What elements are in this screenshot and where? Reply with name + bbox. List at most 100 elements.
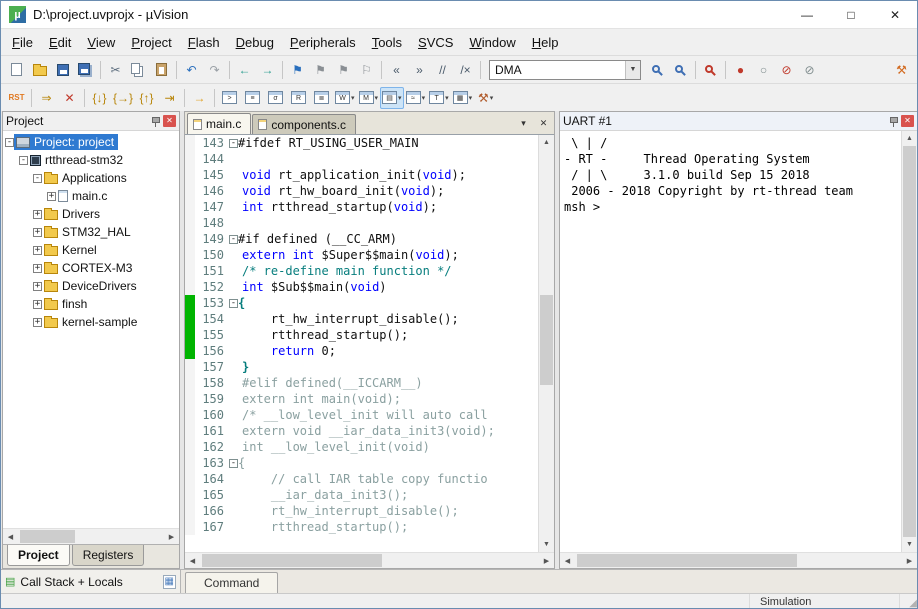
tree-item-kernel[interactable]: +Kernel [3,241,179,259]
unindent-button[interactable]: « [385,59,408,81]
scroll-thumb[interactable] [577,554,797,567]
comment-selection-button[interactable]: // [431,59,454,81]
change-bar-icon[interactable] [185,343,195,359]
project-hscrollbar[interactable]: ◀ ▶ [3,528,179,544]
code-line-145[interactable]: 145void rt_application_init(void); [185,167,538,183]
cut-button[interactable]: ✂ [104,59,127,81]
combo-dropdown-icon[interactable]: ▼ [625,61,640,79]
pin-icon[interactable] [889,116,898,127]
close-button[interactable]: ✕ [873,1,917,28]
breakpoint-margin[interactable] [185,391,195,407]
tree-expander-icon[interactable]: - [33,174,42,183]
tree-item-devicedrivers[interactable]: +DeviceDrivers [3,277,179,295]
code-line-158[interactable]: 158#elif defined(__ICCARM__) [185,375,538,391]
breakpoint-margin[interactable] [185,407,195,423]
bookmark-next-button[interactable]: ⚑ [332,59,355,81]
scroll-left-icon[interactable]: ◀ [560,553,575,568]
tab-project[interactable]: Project [7,545,70,566]
breakpoint-margin[interactable] [185,471,195,487]
breakpoint-toggle-button[interactable]: ● [729,59,752,81]
dropdown-arrow-icon[interactable]: ▾ [375,94,379,102]
scroll-up-icon[interactable]: ▲ [902,131,917,146]
scroll-thumb[interactable] [540,295,553,385]
resize-grip[interactable]: ◢ [900,594,917,609]
code-area[interactable]: 143-#ifdef RT_USING_USER_MAIN144145void … [185,135,538,552]
command-window-button[interactable]: > [218,87,241,109]
breakpoint-margin[interactable] [185,423,195,439]
stop-button[interactable]: ✕ [58,87,81,109]
uncomment-selection-button[interactable]: /× [454,59,477,81]
dropdown-arrow-icon[interactable]: ▾ [445,94,449,102]
new-file-button[interactable] [5,59,28,81]
change-bar-icon[interactable] [185,311,195,327]
code-line-146[interactable]: 146void rt_hw_board_init(void); [185,183,538,199]
dropdown-arrow-icon[interactable]: ▾ [469,94,473,102]
fold-toggle-icon[interactable]: - [229,235,238,244]
code-line-150[interactable]: 150extern int $Super$$main(void); [185,247,538,263]
callstack-panel-button[interactable]: ▤ Call Stack + Locals ▦ [1,570,181,593]
code-line-155[interactable]: 155 rtthread_startup(); [185,327,538,343]
tree-expander-icon[interactable]: + [33,282,42,291]
code-line-153[interactable]: 153-{ [185,295,538,311]
maximize-button[interactable]: □ [829,1,873,28]
system-viewer-button[interactable]: ▦▾ [451,87,475,109]
breakpoint-margin[interactable] [185,215,195,231]
tree-expander-icon[interactable]: - [5,138,14,147]
code-line-144[interactable]: 144 [185,151,538,167]
menu-project[interactable]: Project [123,32,179,53]
tree-item-applications[interactable]: -Applications [3,169,179,187]
code-line-166[interactable]: 166 rt_hw_interrupt_disable(); [185,503,538,519]
uart-output[interactable]: \ | / - RT - Thread Operating System / |… [560,131,901,552]
navigate-forward-button[interactable]: → [256,59,279,81]
code-line-156[interactable]: 156 return 0; [185,343,538,359]
breakpoint-margin[interactable] [185,439,195,455]
call-stack-window-button[interactable]: ≣ [310,87,333,109]
breakpoint-margin[interactable] [185,503,195,519]
registers-window-button[interactable]: R [287,87,310,109]
trace-windows-button[interactable]: T▾ [427,87,451,109]
scroll-up-icon[interactable]: ▲ [539,135,554,150]
dropdown-arrow-icon[interactable]: ▾ [398,94,402,102]
change-bar-icon[interactable] [185,327,195,343]
dropdown-arrow-icon[interactable]: ▾ [490,94,494,102]
breakpoint-enable-disable-button[interactable]: ○ [752,59,775,81]
breakpoint-margin[interactable] [185,487,195,503]
menu-peripherals[interactable]: Peripherals [282,32,364,53]
uart-hscrollbar[interactable]: ◀ ▶ [560,552,917,568]
memory-windows-button[interactable]: M▾ [357,87,381,109]
breakpoint-margin[interactable] [185,135,195,151]
tree-item-project-project[interactable]: -Project: project [3,133,179,151]
scroll-thumb[interactable] [202,554,382,567]
show-next-statement-button[interactable]: → [188,87,211,109]
scroll-left-icon[interactable]: ◀ [185,553,200,568]
breakpoint-margin[interactable] [185,231,195,247]
code-line-167[interactable]: 167 rtthread_startup(); [185,519,538,535]
breakpoint-margin[interactable] [185,455,195,471]
code-line-148[interactable]: 148 [185,215,538,231]
tree-expander-icon[interactable]: + [47,192,56,201]
close-panel-icon[interactable]: ✕ [163,115,176,127]
tree-expander-icon[interactable]: + [33,246,42,255]
tree-item-rtthread-stm32[interactable]: -rtthread-stm32 [3,151,179,169]
menu-flash[interactable]: Flash [180,32,228,53]
tree-expander-icon[interactable]: + [33,228,42,237]
breakpoint-disable-all-button[interactable]: ⊘ [775,59,798,81]
debug-session-button[interactable] [699,59,722,81]
scroll-track[interactable] [18,529,164,544]
scroll-right-icon[interactable]: ▶ [539,553,554,568]
find-button[interactable] [669,59,692,81]
save-all-button[interactable] [74,59,97,81]
code-line-143[interactable]: 143-#ifdef RT_USING_USER_MAIN [185,135,538,151]
dropdown-arrow-icon[interactable]: ▾ [422,94,426,102]
scroll-thumb[interactable] [903,146,916,537]
bookmark-previous-button[interactable]: ⚑ [309,59,332,81]
scroll-track[interactable] [200,553,539,568]
code-line-162[interactable]: 162int __low_level_init(void) [185,439,538,455]
breakpoint-margin[interactable] [185,519,195,535]
scroll-track[interactable] [575,553,902,568]
tree-item-main-c[interactable]: +main.c [3,187,179,205]
menu-file[interactable]: File [4,32,41,53]
breakpoint-margin[interactable] [185,359,195,375]
bookmark-toggle-button[interactable]: ⚑ [286,59,309,81]
breakpoint-margin[interactable] [185,247,195,263]
